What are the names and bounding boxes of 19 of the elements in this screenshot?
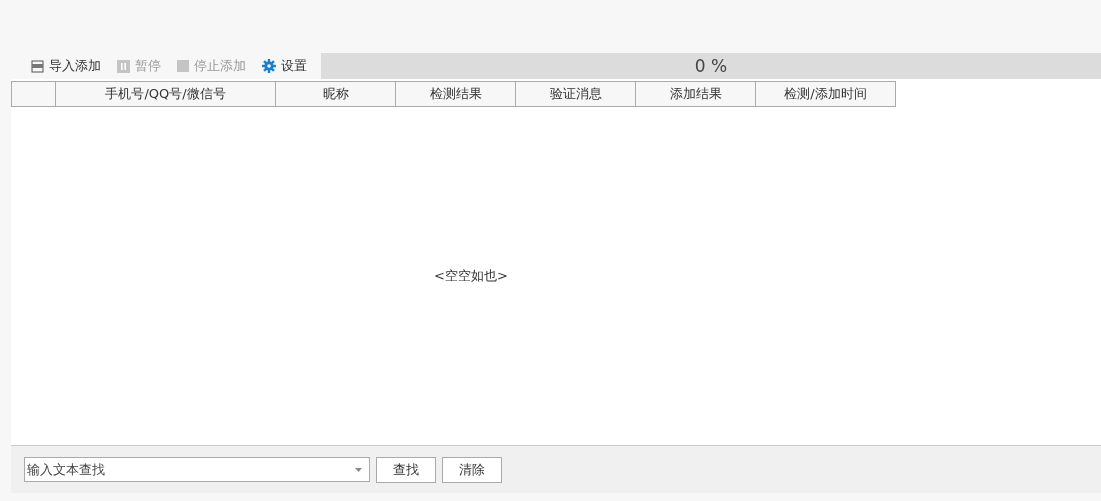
clear-button[interactable]: 清除 xyxy=(442,456,502,483)
find-button[interactable]: 查找 xyxy=(376,456,436,483)
document-icon xyxy=(31,59,44,73)
toolbar-button[interactable]: 设置 xyxy=(256,57,313,75)
progress-reading: 0 % xyxy=(694,56,728,76)
column-header[interactable]: 检测/添加时间 xyxy=(756,81,896,107)
empty-message: <空空如也> xyxy=(434,267,508,285)
column-header[interactable]: 验证消息 xyxy=(516,81,636,107)
column-header[interactable] xyxy=(11,81,56,107)
toolbar-button[interactable]: 导入添加 xyxy=(25,57,107,75)
search-field[interactable]: 输入文本查找 xyxy=(24,457,370,482)
stop-icon xyxy=(177,60,189,72)
column-header[interactable]: 手机号/QQ号/微信号 xyxy=(56,81,276,107)
column-header[interactable]: 昵称 xyxy=(276,81,396,107)
column-header[interactable]: 检测结果 xyxy=(396,81,516,107)
column-header[interactable]: 添加结果 xyxy=(636,81,756,107)
dropdown-caret-icon xyxy=(355,467,362,472)
pause-icon xyxy=(117,59,130,73)
settings-icon xyxy=(262,59,276,73)
